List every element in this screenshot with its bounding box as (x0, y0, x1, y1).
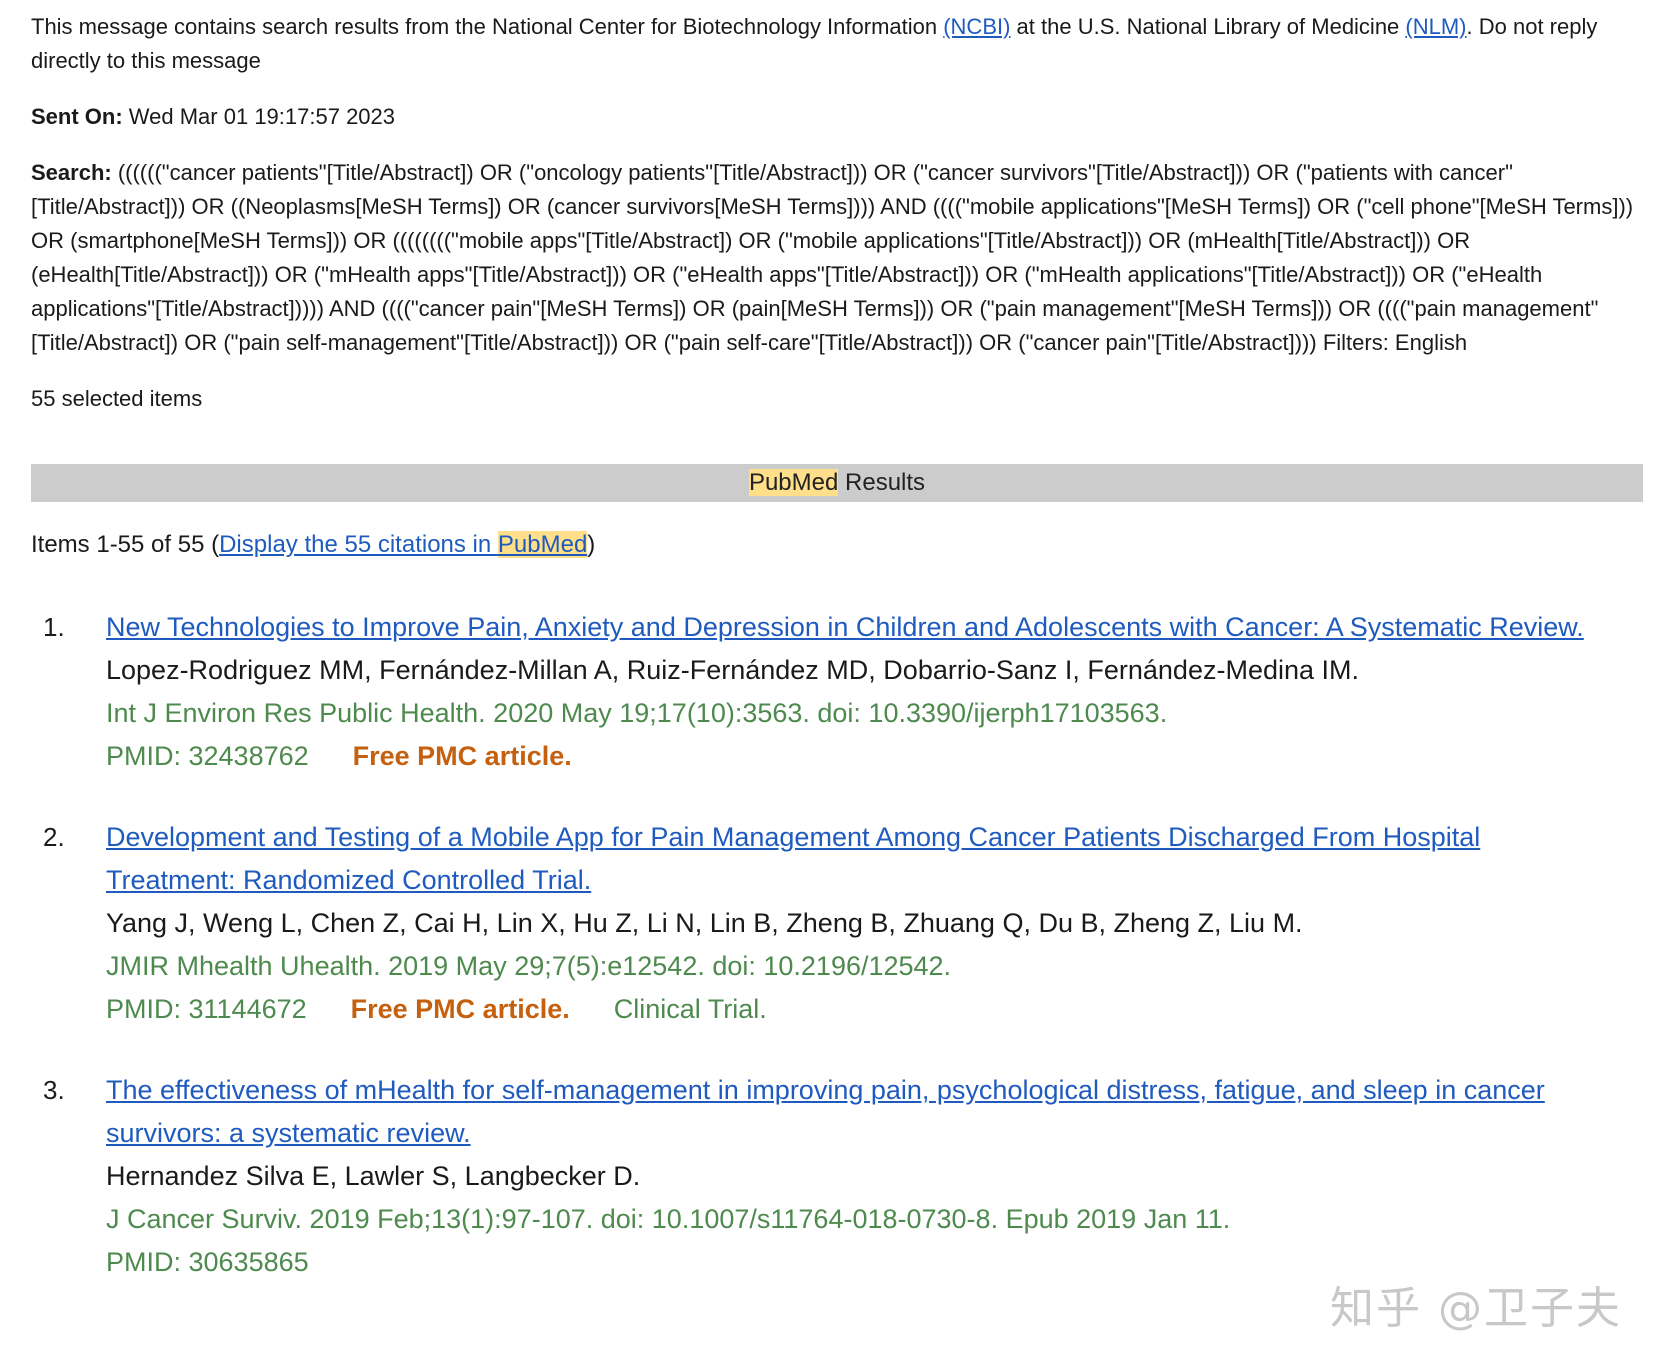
pubmed-highlight: PubMed (749, 469, 838, 496)
results-header-text: Results (838, 469, 925, 496)
items-suffix: ) (587, 531, 595, 558)
clinical-trial-badge: Clinical Trial. (614, 994, 767, 1024)
result-title-link[interactable]: The effectiveness of mHealth for self-ma… (106, 1069, 1586, 1155)
result-item: 3. The effectiveness of mHealth for self… (31, 1069, 1643, 1284)
sent-on: Sent On: Wed Mar 01 19:17:57 2023 (31, 100, 1643, 134)
display-citations-link[interactable]: Display the 55 citations in PubMed (219, 531, 587, 558)
search-label: Search: (31, 160, 112, 185)
sent-on-value: Wed Mar 01 19:17:57 2023 (123, 104, 395, 129)
result-pmid: PMID: 31144672 (106, 994, 307, 1024)
result-authors: Yang J, Weng L, Chen Z, Cai H, Lin X, Hu… (106, 902, 1643, 945)
nlm-link[interactable]: (NLM) (1405, 14, 1466, 39)
intro-section: This message contains search results fro… (31, 10, 1643, 416)
result-number: 2. (43, 816, 65, 859)
result-item: 1. New Technologies to Improve Pain, Anx… (31, 606, 1643, 778)
items-summary: Items 1-55 of 55 (Display the 55 citatio… (31, 528, 1643, 562)
result-title-link[interactable]: New Technologies to Improve Pain, Anxiet… (106, 606, 1586, 649)
watermark-logo: 知乎 @卫子夫 (1330, 1272, 1622, 1336)
result-number: 1. (43, 606, 65, 649)
pubmed-results-header: PubMed Results (31, 464, 1643, 502)
sent-on-label: Sent On: (31, 104, 123, 129)
pubmed-link-highlight: PubMed (498, 531, 587, 558)
result-journal: J Cancer Surviv. 2019 Feb;13(1):97-107. … (106, 1198, 1643, 1241)
search-query-text: (((((("cancer patients"[Title/Abstract])… (31, 160, 1633, 355)
result-journal: Int J Environ Res Public Health. 2020 Ma… (106, 692, 1643, 735)
result-pmid: PMID: 30635865 (106, 1247, 309, 1277)
intro-text-2: at the U.S. National Library of Medicine (1010, 14, 1405, 39)
result-authors: Hernandez Silva E, Lawler S, Langbecker … (106, 1155, 1643, 1198)
result-number: 3. (43, 1069, 65, 1112)
result-pmid: PMID: 32438762 (106, 741, 309, 771)
result-meta: PMID: 32438762 Free PMC article. (106, 735, 1643, 778)
search-query: Search: (((((("cancer patients"[Title/Ab… (31, 156, 1643, 360)
results-list: 1. New Technologies to Improve Pain, Anx… (31, 606, 1643, 1284)
selected-count: 55 selected items (31, 382, 1643, 416)
free-pmc-badge: Free PMC article. (353, 741, 572, 771)
result-meta: PMID: 31144672 Free PMC article. Clinical … (106, 988, 1643, 1031)
items-count-text: Items 1-55 of 55 ( (31, 531, 219, 558)
intro-text-1: This message contains search results fro… (31, 14, 943, 39)
intro-notice: This message contains search results fro… (31, 10, 1643, 78)
result-journal: JMIR Mhealth Uhealth. 2019 May 29;7(5):e… (106, 945, 1643, 988)
email-body: This message contains search results fro… (0, 0, 1674, 1284)
ncbi-link[interactable]: (NCBI) (943, 14, 1010, 39)
display-citations-text: Display the 55 citations in (219, 531, 498, 558)
result-item: 2. Development and Testing of a Mobile A… (31, 816, 1643, 1031)
result-title-link[interactable]: Development and Testing of a Mobile App … (106, 816, 1586, 902)
free-pmc-badge: Free PMC article. (351, 994, 570, 1024)
result-authors: Lopez-Rodriguez MM, Fernández-Millan A, … (106, 649, 1643, 692)
